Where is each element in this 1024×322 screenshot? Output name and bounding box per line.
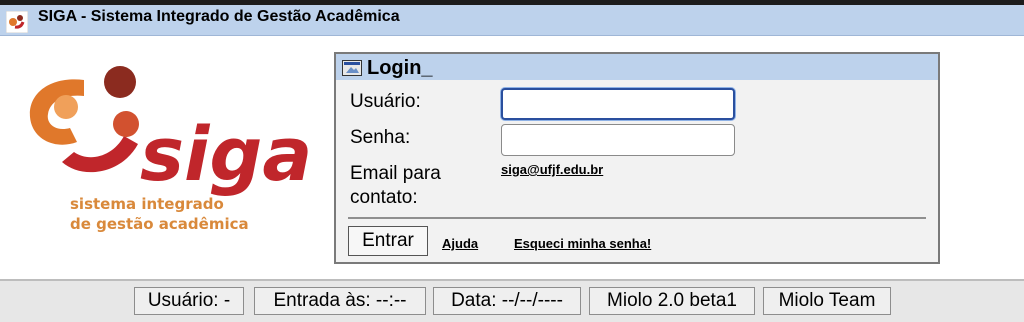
password-label: Senha: xyxy=(350,127,411,148)
enter-button[interactable]: Entrar xyxy=(348,226,428,256)
logo-tagline-1: sistema integrado xyxy=(70,195,224,213)
login-panel: Login_ Usuário: Senha: Email para contat… xyxy=(334,52,940,264)
siga-logo-graphic: siga xyxy=(29,66,312,198)
contact-email-link[interactable]: siga@ufjf.edu.br xyxy=(501,162,603,177)
status-entry-time: Entrada às: --:-- xyxy=(254,287,426,315)
app-header: SIGA - Sistema Integrado de Gestão Acadê… xyxy=(0,5,1024,36)
forgot-password-link[interactable]: Esqueci minha senha! xyxy=(514,236,651,251)
login-panel-header: Login_ xyxy=(336,54,938,80)
window-icon xyxy=(342,60,362,76)
email-label-line2: contato: xyxy=(350,187,418,208)
help-link[interactable]: Ajuda xyxy=(442,236,478,251)
app-title: SIGA - Sistema Integrado de Gestão Acadê… xyxy=(38,8,400,25)
siga-logo: siga sistema integrado de gestão acadêmi… xyxy=(22,62,322,242)
logo-tagline-2: de gestão acadêmica xyxy=(70,215,249,233)
email-label-line1: Email para xyxy=(350,163,441,184)
status-bar: Usuário: - Entrada às: --:-- Data: --/--… xyxy=(0,279,1024,322)
login-title: Login_ xyxy=(367,57,433,79)
logo-wordmark: siga xyxy=(140,112,312,198)
status-user: Usuário: - xyxy=(134,287,244,315)
user-input[interactable] xyxy=(501,88,735,120)
status-date: Data: --/--/---- xyxy=(433,287,581,315)
status-version: Miolo 2.0 beta1 xyxy=(589,287,755,315)
user-label: Usuário: xyxy=(350,91,421,112)
status-team: Miolo Team xyxy=(763,287,891,315)
password-input[interactable] xyxy=(501,124,735,156)
login-divider xyxy=(348,217,926,219)
siga-app-icon xyxy=(6,11,28,33)
